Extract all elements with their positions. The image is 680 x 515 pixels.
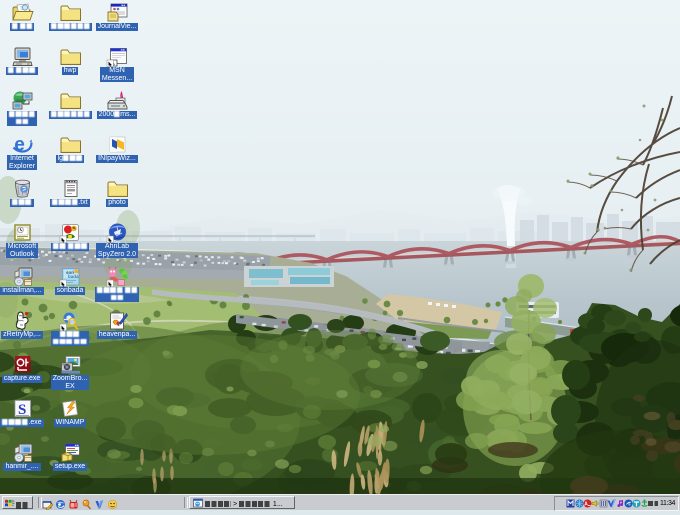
svg-text:A: A bbox=[584, 502, 588, 508]
